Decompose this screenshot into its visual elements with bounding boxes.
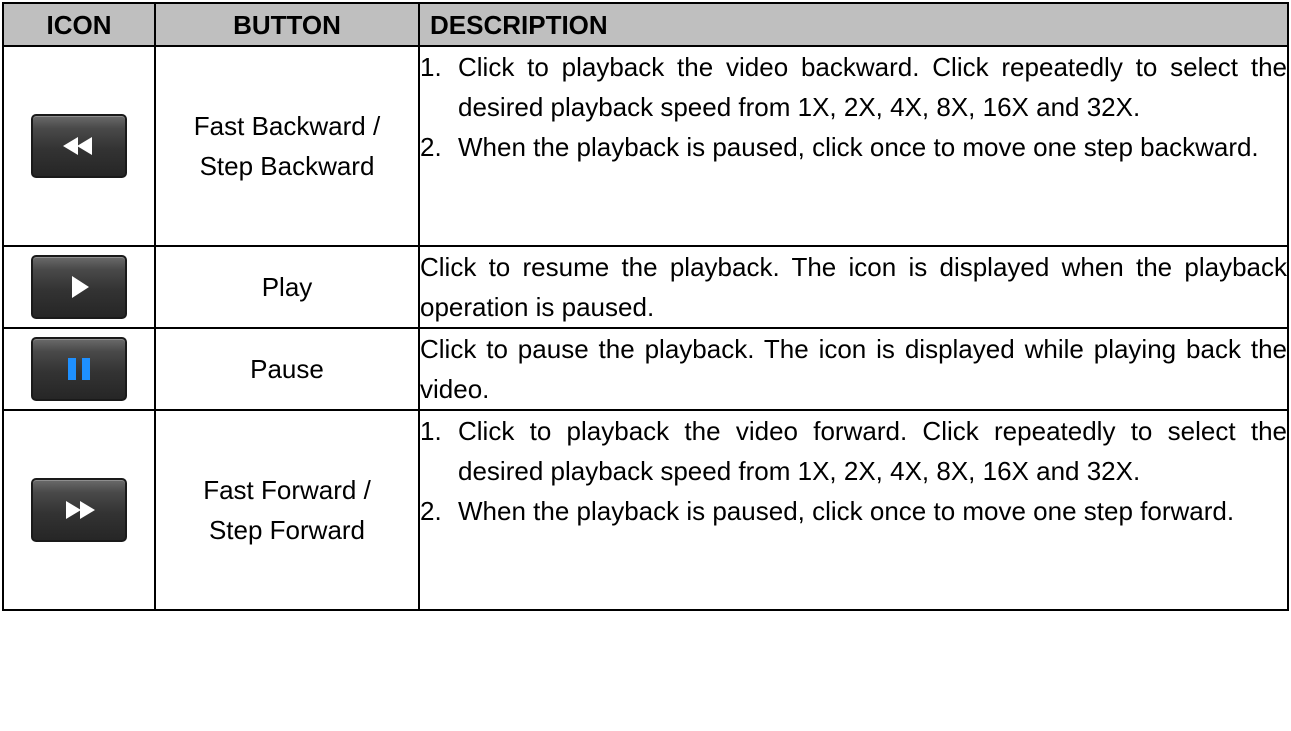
list-number: 2. [420,496,442,526]
button-name-line: Fast Backward / [193,111,381,141]
button-name-cell: Fast Backward / Step Backward [154,45,420,247]
list-text: Click to playback the video backward. Cl… [458,52,1287,122]
button-name-cell: Pause [154,327,420,411]
list-item: 1. Click to playback the video forward. … [420,411,1287,491]
icon-column-header: ICON [2,2,156,47]
list-number: 2. [420,132,442,162]
button-name-cell: Fast Forward / Step Forward [154,409,420,611]
description-list: 1. Click to playback the video backward.… [420,47,1287,167]
icon-cell [2,327,156,411]
button-name: Play [261,272,313,302]
description-column-header: DESCRIPTION [418,2,1289,47]
pause-icon [31,337,127,401]
list-item: 1. Click to playback the video backward.… [420,47,1287,127]
table-row: Play Click to resume the playback. The i… [2,245,1289,329]
table-row: Pause Click to pause the playback. The i… [2,327,1289,411]
table-row: Fast Forward / Step Forward 1. Click to … [2,409,1289,611]
button-name-line: Step Forward [208,515,366,545]
list-text: When the playback is paused, click once … [458,496,1235,526]
icon-cell [2,409,156,611]
button-name-line: Step Backward [199,151,375,181]
button-name: Pause [250,354,324,384]
description-cell: Click to resume the playback. The icon i… [418,245,1289,329]
description-text: Click to pause the playback. The icon is… [420,334,1287,404]
list-number: 1. [420,416,442,446]
fast-forward-icon [31,478,127,542]
list-text: Click to playback the video forward. Cli… [458,416,1287,486]
play-icon [31,255,127,319]
button-reference-table: ICON BUTTON DESCRIPTION Fast Backward / … [2,2,1289,611]
list-number: 1. [420,52,442,82]
button-name-cell: Play [154,245,420,329]
button-name-line: Fast Forward / [203,475,371,505]
rewind-icon [31,114,127,178]
table-row: Fast Backward / Step Backward 1. Click t… [2,45,1289,247]
icon-cell [2,245,156,329]
list-text: When the playback is paused, click once … [458,132,1259,162]
list-item: 2. When the playback is paused, click on… [420,127,1287,167]
description-cell: 1. Click to playback the video backward.… [418,45,1289,247]
description-cell: Click to pause the playback. The icon is… [418,327,1289,411]
icon-cell [2,45,156,247]
list-item: 2. When the playback is paused, click on… [420,491,1287,531]
description-list: 1. Click to playback the video forward. … [420,411,1287,531]
description-cell: 1. Click to playback the video forward. … [418,409,1289,611]
button-column-header: BUTTON [154,2,420,47]
description-text: Click to resume the playback. The icon i… [420,252,1287,322]
table-header-row: ICON BUTTON DESCRIPTION [2,2,1289,47]
